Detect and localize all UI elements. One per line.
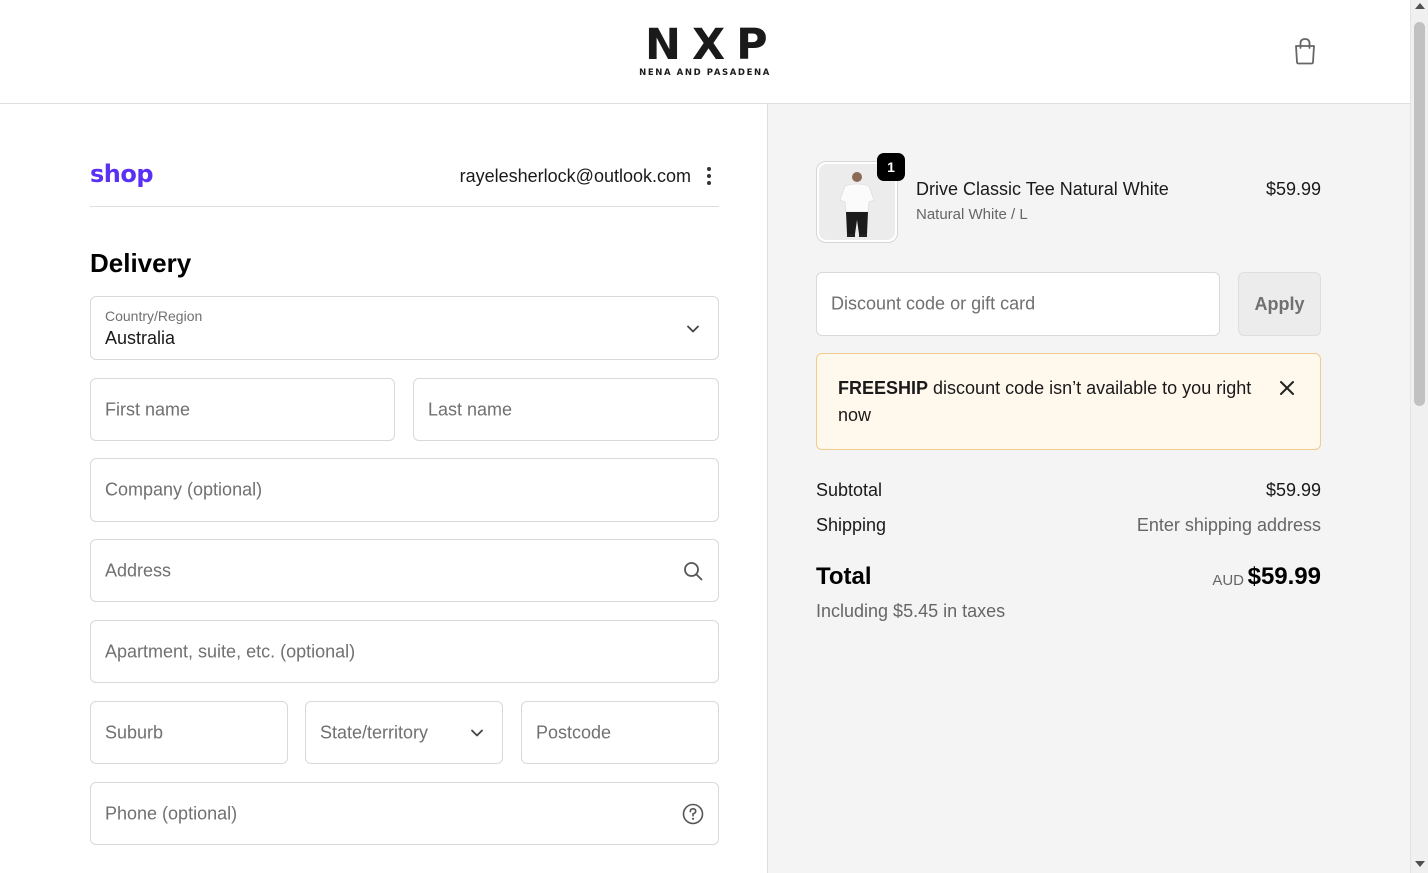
kebab-menu-icon[interactable]: [699, 164, 719, 188]
discount-code-input[interactable]: Discount code or gift card: [816, 272, 1220, 336]
logo-tagline: NENA AND PASADENA: [639, 68, 771, 78]
taxes-note: Including $5.45 in taxes: [816, 601, 1006, 621]
account-email: rayelesherlock@outlook.com: [459, 166, 691, 186]
close-icon[interactable]: [1276, 377, 1298, 399]
page-scrollbar[interactable]: [1410, 0, 1428, 873]
scroll-up-arrow-icon[interactable]: [1415, 3, 1425, 9]
last-name-field[interactable]: Last name: [413, 378, 719, 441]
state-select[interactable]: State/territory: [305, 701, 503, 764]
first-name-field[interactable]: First name: [90, 378, 395, 441]
product-price: $59.99: [1265, 179, 1321, 199]
help-circle-icon[interactable]: [682, 803, 704, 825]
chevron-down-icon: [471, 729, 483, 736]
shipping-label: Shipping: [816, 515, 887, 535]
postcode-field[interactable]: Postcode: [521, 701, 719, 764]
site-header: NXP NENA AND PASADENA: [0, 0, 1410, 104]
address-placeholder: Address: [105, 560, 172, 580]
scrollbar-thumb[interactable]: [1414, 22, 1425, 406]
discount-warning-text: FREESHIP discount code isn’t available t…: [838, 375, 1258, 429]
country-label: Country/Region: [105, 308, 203, 324]
shipping-value: Enter shipping address: [1136, 515, 1321, 535]
total-label: Total: [816, 563, 872, 590]
company-placeholder: Company (optional): [105, 479, 263, 500]
country-select[interactable]: Country/Region Australia: [90, 296, 719, 360]
apply-discount-button[interactable]: Apply: [1238, 272, 1321, 336]
cart-button[interactable]: [1290, 36, 1320, 66]
order-summary-panel: 1 Drive Classic Tee Natural White Natura…: [767, 104, 1410, 873]
product-name: Drive Classic Tee Natural White: [916, 179, 1169, 199]
company-field[interactable]: Company (optional): [90, 458, 719, 522]
state-placeholder: State/territory: [320, 722, 429, 742]
total-currency: AUD: [1212, 572, 1244, 589]
shop-pay-logo: shop: [90, 160, 154, 188]
search-icon: [684, 561, 703, 580]
country-value: Australia: [105, 328, 176, 348]
product-variant: Natural White / L: [916, 206, 1028, 223]
phone-placeholder: Phone (optional): [105, 803, 238, 823]
discount-code: FREESHIP: [838, 378, 929, 398]
scroll-down-arrow-icon[interactable]: [1415, 861, 1425, 867]
apartment-field[interactable]: Apartment, suite, etc. (optional): [90, 620, 719, 683]
discount-placeholder: Discount code or gift card: [831, 293, 1036, 314]
store-logo[interactable]: NXP NENA AND PASADENA: [639, 20, 779, 79]
postcode-placeholder: Postcode: [536, 722, 612, 742]
last-name-placeholder: Last name: [428, 399, 513, 419]
suburb-field[interactable]: Suburb: [90, 701, 288, 764]
chevron-down-icon: [687, 325, 699, 333]
subtotal-value: $59.99: [1265, 480, 1321, 500]
quantity-badge: 1: [877, 153, 905, 181]
discount-warning-banner: FREESHIP discount code isn’t available t…: [816, 353, 1321, 450]
total-amount: $59.99: [1247, 563, 1321, 590]
first-name-placeholder: First name: [105, 399, 191, 419]
suburb-placeholder: Suburb: [105, 722, 164, 742]
apartment-placeholder: Apartment, suite, etc. (optional): [105, 641, 356, 661]
logo-wordmark: NXP: [645, 20, 779, 70]
shop-account-row: shop rayelesherlock@outlook.com: [90, 156, 719, 207]
delivery-heading: Delivery: [90, 248, 192, 278]
address-field[interactable]: Address: [90, 539, 719, 602]
shopping-bag-icon: [1295, 38, 1315, 65]
subtotal-label: Subtotal: [816, 480, 883, 500]
phone-field[interactable]: Phone (optional): [90, 782, 719, 845]
checkout-form-panel: shop rayelesherlock@outlook.com Delivery…: [0, 104, 767, 873]
